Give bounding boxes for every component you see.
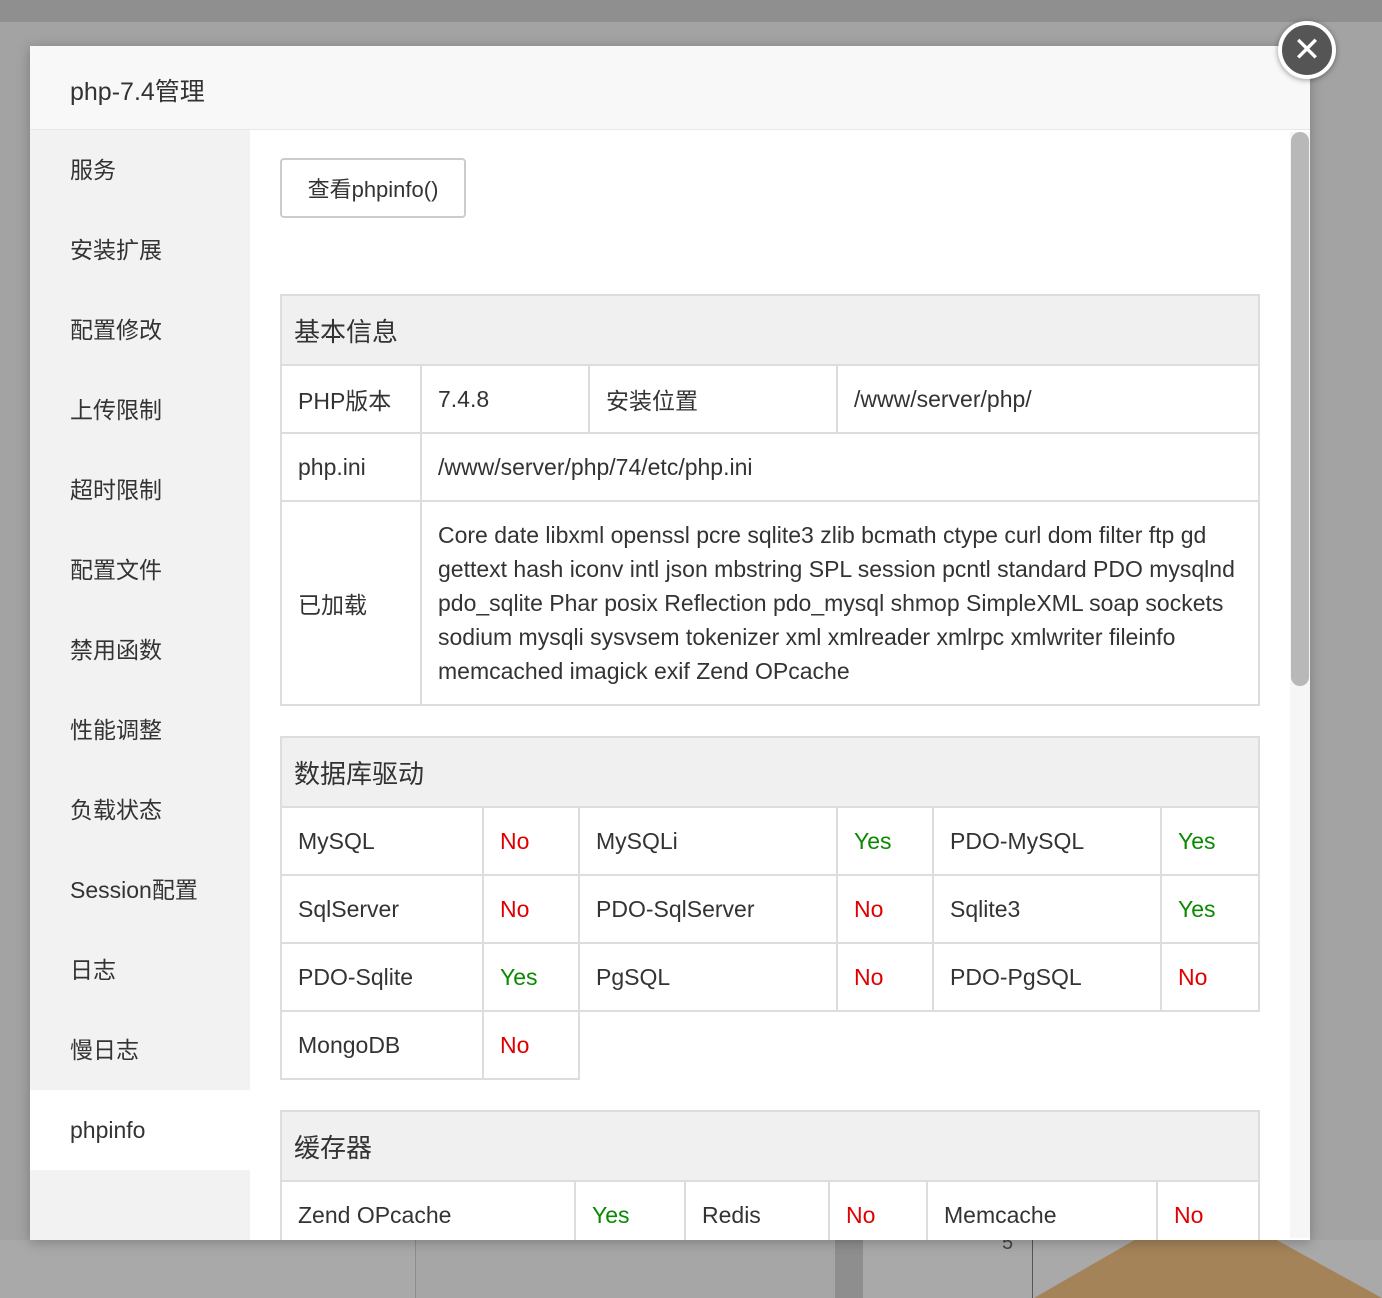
driver-status: Yes xyxy=(1160,874,1260,944)
table-row: PDO-Sqlite Yes PgSQL No PDO-PgSQL No xyxy=(280,942,1260,1012)
driver-name: Sqlite3 xyxy=(932,874,1162,944)
sidebar-item[interactable]: 性能调整 xyxy=(30,690,250,770)
driver-name: PDO-SqlServer xyxy=(578,874,838,944)
driver-status: No xyxy=(1156,1180,1260,1240)
sidebar-item[interactable]: 日志 xyxy=(30,930,250,1010)
cache-table: 缓存器 Zend OPcacheYesRedisNoMemcacheNoMemc… xyxy=(280,1110,1260,1240)
sidebar-item[interactable]: phpinfo xyxy=(30,1090,250,1170)
driver-status: Yes xyxy=(482,942,580,1012)
table-row: MongoDB No xyxy=(280,1010,1259,1080)
close-modal-button[interactable]: ✕ xyxy=(1278,21,1336,79)
sidebar-item[interactable]: 配置修改 xyxy=(30,290,250,370)
php-manage-modal: php-7.4管理 服务 安装扩展 配置修改 上传限制 超时限制 配置文件 禁用函数 性能调整… xyxy=(30,46,1310,1240)
loaded-extensions-value: Core date libxml openssl pcre sqlite3 zl… xyxy=(420,500,1260,706)
driver-name: MySQL xyxy=(280,806,484,876)
driver-status: No xyxy=(1160,942,1260,1012)
php-version-label: PHP版本 xyxy=(280,364,422,434)
table-row: MySQL No MySQLi Yes PDO-MySQL Yes xyxy=(280,806,1260,876)
table-row: Zend OPcache Yes Redis No Memcache No xyxy=(280,1180,1260,1240)
sidebar-item[interactable]: 安装扩展 xyxy=(30,210,250,290)
php-ini-value: /www/server/php/74/etc/php.ini xyxy=(420,432,1260,502)
php-version-value: 7.4.8 xyxy=(420,364,590,434)
driver-name: PDO-PgSQL xyxy=(932,942,1162,1012)
modal-title: php-7.4管理 xyxy=(70,78,205,106)
sidebar-item[interactable]: 超时限制 xyxy=(30,450,250,530)
php-ini-label: php.ini xyxy=(280,432,422,502)
driver-status: No xyxy=(482,806,580,876)
sidebar-item[interactable]: 慢日志 xyxy=(30,1010,250,1090)
driver-status: Yes xyxy=(574,1180,686,1240)
background-column xyxy=(415,1240,835,1298)
loaded-extensions-label: 已加载 xyxy=(280,500,422,706)
background-column-divider xyxy=(835,1240,863,1298)
database-driver-heading: 数据库驱动 xyxy=(280,736,1260,808)
sidebar-item[interactable]: 上传限制 xyxy=(30,370,250,450)
driver-name: PDO-MySQL xyxy=(932,806,1162,876)
table-row: SqlServer No PDO-SqlServer No Sqlite3 Yes xyxy=(280,874,1260,944)
install-location-label: 安装位置 xyxy=(588,364,838,434)
content-scrollbar-thumb[interactable] xyxy=(1291,132,1309,686)
sidebar-nav: 服务 安装扩展 配置修改 上传限制 超时限制 配置文件 禁用函数 性能调整 负载状态 Sessio… xyxy=(30,130,250,1240)
basic-info-heading: 基本信息 xyxy=(280,294,1260,366)
driver-name: PDO-Sqlite xyxy=(280,942,484,1012)
driver-name: PgSQL xyxy=(578,942,838,1012)
driver-status: No xyxy=(482,1010,580,1080)
empty-cell xyxy=(933,1010,1259,1079)
view-phpinfo-button[interactable]: 查看phpinfo() xyxy=(280,158,466,218)
driver-name: MySQLi xyxy=(578,806,838,876)
cache-heading: 缓存器 xyxy=(280,1110,1260,1182)
driver-name: Memcache xyxy=(926,1180,1158,1240)
sidebar-item[interactable]: 服务 xyxy=(30,130,250,210)
modal-header: php-7.4管理 xyxy=(30,46,1310,130)
basic-info-table: 基本信息 PHP版本 7.4.8 安装位置 /www/server/php/ p… xyxy=(280,294,1260,706)
driver-name: SqlServer xyxy=(280,874,484,944)
install-location-value: /www/server/php/ xyxy=(836,364,1260,434)
driver-status: Yes xyxy=(836,806,934,876)
driver-status: Yes xyxy=(1160,806,1260,876)
background-topbar xyxy=(0,0,1382,22)
driver-status: No xyxy=(828,1180,928,1240)
driver-status: No xyxy=(836,942,934,1012)
driver-name: MongoDB xyxy=(280,1010,484,1080)
database-driver-table: 数据库驱动 MySQL No MySQLi Yes PDO-MySQL Yes SqlSer… xyxy=(280,736,1260,1080)
driver-name: Redis xyxy=(684,1180,830,1240)
sidebar-item[interactable]: 负载状态 xyxy=(30,770,250,850)
background-chart-axis xyxy=(1032,1240,1033,1298)
phpinfo-content: 查看phpinfo() 基本信息 PHP版本 7.4.8 安装位置 /www/s… xyxy=(250,130,1310,1240)
empty-cell xyxy=(579,1010,933,1079)
driver-name: Zend OPcache xyxy=(280,1180,576,1240)
driver-status: No xyxy=(482,874,580,944)
sidebar-item[interactable]: 禁用函数 xyxy=(30,610,250,690)
sidebar-item[interactable]: Session配置 xyxy=(30,850,250,930)
close-icon: ✕ xyxy=(1292,31,1322,69)
driver-status: No xyxy=(836,874,934,944)
sidebar-item[interactable]: 配置文件 xyxy=(30,530,250,610)
